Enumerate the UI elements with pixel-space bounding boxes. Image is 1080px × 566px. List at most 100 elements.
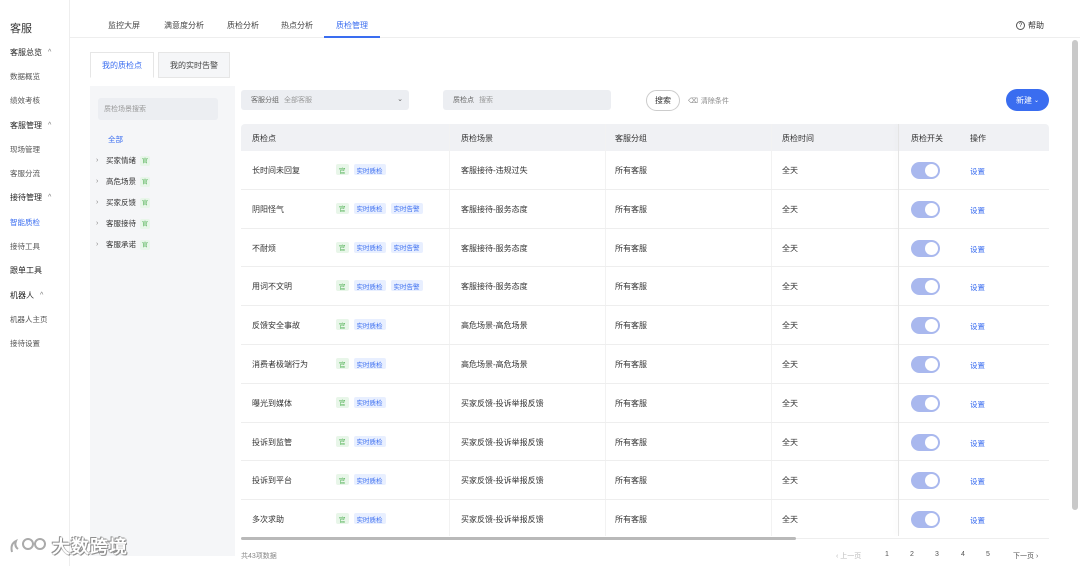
qc-switch-toggle[interactable] xyxy=(911,239,940,257)
tree-item-label: 买家情绪 xyxy=(106,156,136,165)
qc-switch-toggle[interactable] xyxy=(911,511,940,529)
sidebar-item[interactable]: 机器人主页 xyxy=(10,307,68,331)
subtab-my-qc-points[interactable]: 我的质检点 xyxy=(90,52,154,78)
qc-switch-toggle[interactable] xyxy=(911,433,940,451)
cs-group: 所有客服 xyxy=(615,437,647,447)
sidebar-item[interactable]: 智能质检 xyxy=(10,210,68,234)
sidebar-item-label: 机器人 xyxy=(10,290,34,300)
settings-link[interactable]: 设置 xyxy=(970,438,985,449)
realtime-qc-tag: 实时质检 xyxy=(353,396,386,408)
page-3[interactable]: 3 xyxy=(935,551,939,558)
subtab-my-realtime-alerts[interactable]: 我的实时告警 xyxy=(158,52,230,78)
sidebar-item-label: 接待工具 xyxy=(10,242,40,252)
qc-scene: 买家反馈-投诉举报反馈 xyxy=(461,437,544,447)
qc-point-name: 长时间未回复 xyxy=(252,166,300,175)
sidebar-item[interactable]: 现场管理 xyxy=(10,137,68,161)
tab-monitor-screen[interactable]: 监控大屏 xyxy=(108,20,140,31)
sidebar-item[interactable]: 接待工具 xyxy=(10,234,68,258)
tab-qc-analysis[interactable]: 质检分析 xyxy=(227,20,259,31)
page-2[interactable]: 2 xyxy=(910,551,914,558)
qc-switch-toggle[interactable] xyxy=(911,162,940,179)
clear-filters-button[interactable]: ⌫ 清除条件 xyxy=(688,96,729,106)
sidebar-item[interactable]: 绩效考核 xyxy=(10,89,68,113)
table-row: 不耐烦 官实时质检 实时告警 客服接待-服务态度 所有客服 全天 设置 xyxy=(241,229,1049,268)
qc-scene: 客服接待-违规过失 xyxy=(461,166,528,175)
settings-link[interactable]: 设置 xyxy=(970,360,985,371)
settings-link[interactable]: 设置 xyxy=(970,399,985,410)
help-link[interactable]: ? 帮助 xyxy=(1016,20,1044,31)
group-select-label: 客服分组 xyxy=(251,97,279,104)
sidebar-item[interactable]: 客服分流 xyxy=(10,161,68,185)
sidebar-item-label: 客服管理 xyxy=(10,120,42,130)
settings-link[interactable]: 设置 xyxy=(970,321,985,332)
sidebar-item[interactable]: 接待设置 xyxy=(10,332,68,356)
watermark-text: 大数跨境 xyxy=(52,537,128,557)
tree-item[interactable]: › 买家反馈官 xyxy=(96,192,151,213)
settings-link[interactable]: 设置 xyxy=(970,515,985,526)
next-page-button[interactable]: 下一页 › xyxy=(1013,551,1038,561)
qc-switch-toggle[interactable] xyxy=(911,472,940,490)
qc-switch-toggle[interactable] xyxy=(911,356,940,373)
prev-page-button[interactable]: ‹ 上一页 xyxy=(836,551,861,561)
sidebar-item[interactable]: 跟单工具 xyxy=(10,259,68,283)
tab-qc-management[interactable]: 质检管理 xyxy=(336,20,368,31)
qc-switch-toggle[interactable] xyxy=(911,200,940,218)
scene-search-input[interactable]: 质检场景搜索 xyxy=(98,98,218,120)
settings-link[interactable]: 设置 xyxy=(970,166,985,177)
cs-group: 所有客服 xyxy=(615,282,647,292)
sidebar-item[interactable]: 接待管理 ^ xyxy=(10,186,68,210)
tree-item-all[interactable]: 全部 xyxy=(108,134,123,145)
chevron-up-icon: ^ xyxy=(48,194,52,202)
sidebar-item[interactable]: 客服管理 ^ xyxy=(10,113,68,137)
header-qc-point: 质检点 xyxy=(252,134,276,143)
page-5[interactable]: 5 xyxy=(986,551,990,558)
qc-switch-toggle[interactable] xyxy=(911,278,940,296)
top-tabs: 监控大屏 满意度分析 质检分析 热点分析 质检管理 ? 帮助 xyxy=(70,0,1080,38)
settings-link[interactable]: 设置 xyxy=(970,205,985,216)
tree-item-label: 客服承诺 xyxy=(106,240,136,249)
search-button[interactable]: 搜索 xyxy=(646,90,680,111)
brand-title: 客服 xyxy=(10,23,32,35)
tree-item[interactable]: › 高危场景官 xyxy=(96,171,151,192)
tree-item[interactable]: › 买家情绪官 xyxy=(96,150,151,171)
settings-link[interactable]: 设置 xyxy=(970,244,985,255)
qc-point-search-input[interactable]: 质检点 搜索 xyxy=(443,90,611,110)
qc-scene: 客服接待-服务态度 xyxy=(461,204,528,214)
qc-switch-toggle[interactable] xyxy=(911,394,940,412)
new-button[interactable]: 新建 ⌄ xyxy=(1006,89,1049,111)
sidebar-item[interactable]: 机器人 ^ xyxy=(10,283,68,307)
page-1[interactable]: 1 xyxy=(885,551,889,558)
qc-time: 全天 xyxy=(782,243,798,253)
qc-point-tags: 官实时质检 xyxy=(336,319,386,331)
help-label: 帮助 xyxy=(1028,21,1044,30)
active-tab-underline xyxy=(324,36,380,38)
group-select[interactable]: 客服分组 全部客服 ⌄ xyxy=(241,90,409,110)
qc-point-label: 质检点 xyxy=(453,97,474,104)
qc-switch-toggle[interactable] xyxy=(911,317,940,335)
settings-link[interactable]: 设置 xyxy=(970,282,985,293)
page-4[interactable]: 4 xyxy=(961,551,965,558)
horizontal-scrollbar[interactable] xyxy=(241,537,796,540)
sidebar-item[interactable]: 数据概览 xyxy=(10,64,68,88)
tree-item[interactable]: › 客服接待官 xyxy=(96,213,151,234)
realtime-qc-tag: 实时质检 xyxy=(353,241,386,253)
qc-point-name: 反馈安全事故 xyxy=(252,321,300,331)
cs-group: 所有客服 xyxy=(615,360,647,369)
tree-item-label: 客服接待 xyxy=(106,219,136,228)
table-row: 反馈安全事故 官实时质检 高危场景-高危场景 所有客服 全天 设置 xyxy=(241,306,1049,345)
tree-item[interactable]: › 客服承诺官 xyxy=(96,234,151,255)
qc-point-name: 不耐烦 xyxy=(252,243,276,253)
vertical-scrollbar[interactable] xyxy=(1072,40,1078,510)
sidebar-item[interactable]: 客服总览 ^ xyxy=(10,40,68,64)
realtime-qc-tag: 实时质检 xyxy=(353,513,386,525)
qc-point-tags: 官实时质检 xyxy=(336,358,386,369)
settings-link[interactable]: 设置 xyxy=(970,476,985,487)
official-tag: 官 xyxy=(336,241,349,253)
chevron-up-icon: ^ xyxy=(48,121,52,129)
tab-satisfaction-analysis[interactable]: 满意度分析 xyxy=(164,20,204,31)
tab-hotspot-analysis[interactable]: 热点分析 xyxy=(281,20,313,31)
sidebar-item-label: 跟单工具 xyxy=(10,266,42,276)
official-tag: 官 xyxy=(140,176,151,187)
qc-point-tags: 官实时质检 xyxy=(336,474,386,486)
total-count: 共43项数据 xyxy=(241,553,277,560)
